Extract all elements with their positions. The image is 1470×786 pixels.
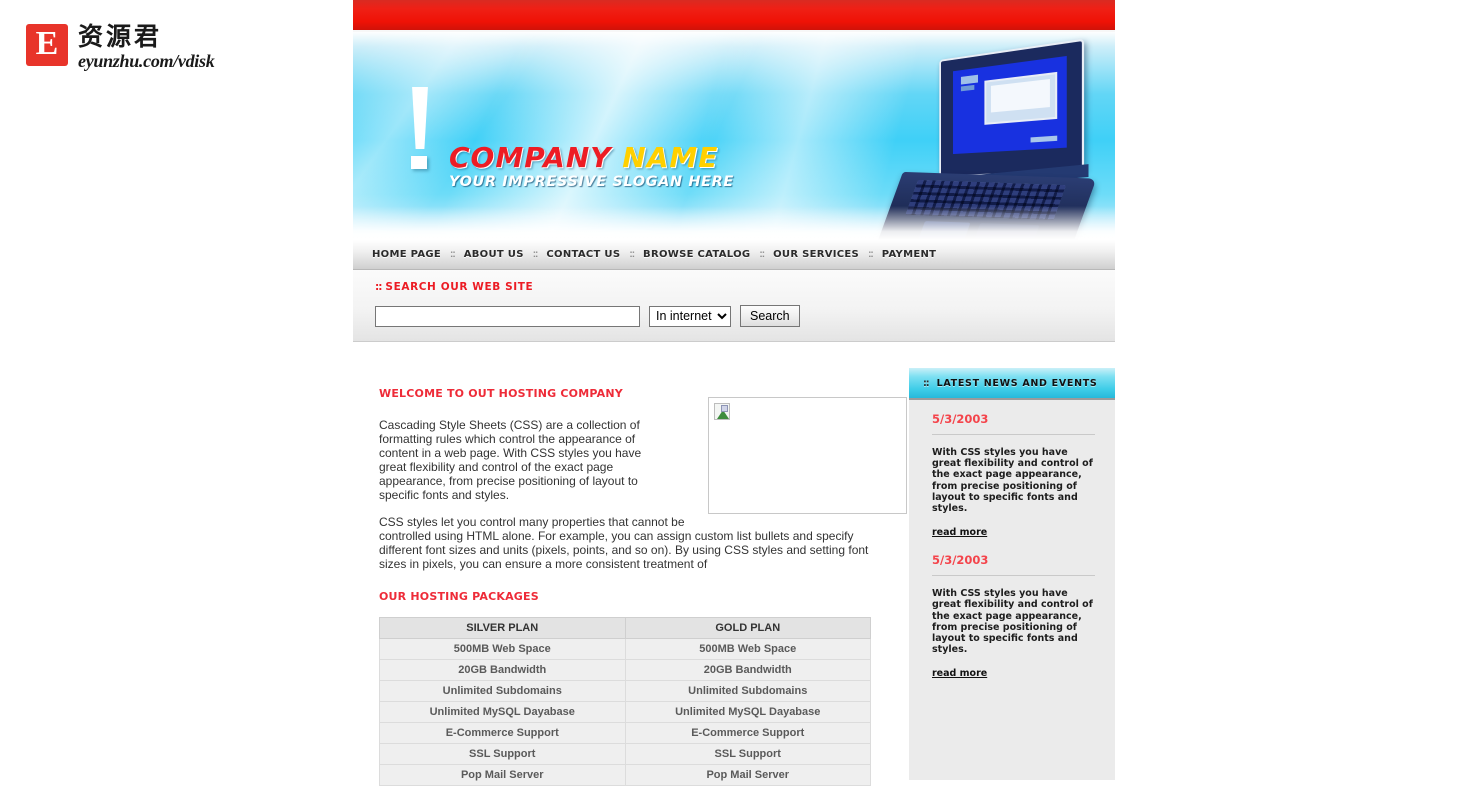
table-cell: E-Commerce Support [379, 722, 626, 745]
table-header-silver-plan: SILVER PLAN [379, 617, 626, 640]
nav-item-payment[interactable]: PAYMENT [882, 249, 937, 260]
website-page: COMPANY NAME YOUR IMPRESSIVE SLOGAN HERE [353, 0, 1115, 786]
table-row: Unlimited MySQL Dayabase Unlimited MySQL… [379, 701, 871, 724]
laptop-screen [953, 55, 1067, 155]
laptop-base [875, 171, 1097, 240]
laptop-keyboard [905, 179, 1067, 221]
news-list: 5/3/2003 With CSS styles you have great … [909, 400, 1115, 681]
packages-heading: OUR HOSTING PACKAGES [379, 590, 539, 604]
nav-item-browse-catalog[interactable]: BROWSE CATALOG [643, 249, 750, 260]
main-navigation: HOME PAGE :: ABOUT US :: CONTACT US :: B… [353, 240, 1115, 270]
top-red-bar [353, 0, 1115, 30]
nav-item-home-page[interactable]: HOME PAGE [372, 249, 441, 260]
table-cell: SSL Support [624, 743, 871, 766]
table-cell: 20GB Bandwidth [624, 659, 871, 682]
table-cell: Unlimited MySQL Dayabase [624, 701, 871, 724]
news-read-more-link[interactable]: read more [932, 527, 987, 538]
table-row: SSL Support SSL Support [379, 743, 871, 766]
news-sidebar-title-text: LATEST NEWS AND EVENTS [936, 377, 1098, 389]
main-content-panel: WELCOME TO OUT HOSTING COMPANY Cascading… [353, 352, 908, 786]
nav-separator: :: [868, 249, 874, 260]
welcome-paragraph-1: Cascading Style Sheets (CSS) are a colle… [379, 418, 642, 502]
watermark-chinese-title: 资源君 [78, 22, 163, 51]
search-section: :: SEARCH OUR WEB SITE In internet Search [353, 270, 1115, 342]
table-cell: Unlimited MySQL Dayabase [379, 701, 626, 724]
news-sidebar-header: :: LATEST NEWS AND EVENTS [909, 368, 1115, 400]
news-text: With CSS styles you have great flexibili… [932, 447, 1093, 515]
table-row: Unlimited Subdomains Unlimited Subdomain… [379, 680, 871, 703]
table-header-gold-plan: GOLD PLAN [624, 617, 871, 640]
main-content-inner: WELCOME TO OUT HOSTING COMPANY Cascading… [353, 352, 908, 786]
laptop-trackpad [918, 221, 971, 240]
company-slogan: YOUR IMPRESSIVE SLOGAN HERE [449, 174, 734, 190]
news-item: 5/3/2003 With CSS styles you have great … [932, 412, 1095, 540]
news-text: With CSS styles you have great flexibili… [932, 588, 1093, 656]
watermark-url: eyunzhu.com/vdisk [78, 51, 215, 71]
news-read-more-link[interactable]: read more [932, 668, 987, 679]
search-input[interactable] [375, 305, 640, 327]
table-cell: 500MB Web Space [379, 638, 626, 661]
nav-separator: :: [759, 249, 765, 260]
table-cell: E-Commerce Support [624, 722, 871, 745]
broken-image-icon [714, 403, 730, 420]
screen-badge [961, 74, 979, 85]
news-item: 5/3/2003 With CSS styles you have great … [932, 553, 1095, 681]
table-row: E-Commerce Support E-Commerce Support [379, 722, 871, 745]
nav-separator: :: [532, 249, 539, 260]
news-sidebar-title: :: LATEST NEWS AND EVENTS [923, 378, 1097, 389]
search-controls-row: In internet Search [375, 305, 1115, 327]
content-image-placeholder [708, 397, 907, 514]
table-row: Pop Mail Server Pop Mail Server [379, 764, 871, 786]
search-section-title: :: SEARCH OUR WEB SITE [375, 281, 1115, 293]
table-cell: 500MB Web Space [624, 638, 871, 661]
watermark-text: 资源君 eyunzhu.com/vdisk [78, 22, 215, 71]
laptop-palmrest [974, 223, 1040, 240]
company-name-part2: NAME [622, 141, 719, 174]
search-title-text: SEARCH OUR WEB SITE [385, 281, 534, 293]
site-watermark: E 资源君 eyunzhu.com/vdisk [26, 22, 215, 71]
nav-item-our-services[interactable]: OUR SERVICES [773, 249, 859, 260]
watermark-badge-letter: E [35, 25, 59, 62]
table-cell: Unlimited Subdomains [379, 680, 626, 703]
screen-chart [990, 78, 1051, 113]
site-banner: COMPANY NAME YOUR IMPRESSIVE SLOGAN HERE [353, 32, 1115, 240]
table-row: 500MB Web Space 500MB Web Space [379, 638, 871, 661]
nav-separator: :: [629, 249, 635, 260]
nav-item-contact-us[interactable]: CONTACT US [546, 249, 620, 260]
screen-badge-2 [961, 85, 974, 91]
exclamation-bar [412, 87, 428, 149]
table-cell: Pop Mail Server [624, 764, 871, 786]
laptop-lid [939, 38, 1085, 178]
table-row: 20GB Bandwidth 20GB Bandwidth [379, 659, 871, 682]
exclamation-mark-icon [409, 87, 431, 169]
news-sidebar: :: LATEST NEWS AND EVENTS 5/3/2003 With C… [909, 368, 1115, 780]
screen-taskbar [1030, 135, 1057, 143]
banner-text-block: COMPANY NAME YOUR IMPRESSIVE SLOGAN HERE [449, 144, 734, 191]
table-cell: Unlimited Subdomains [624, 680, 871, 703]
search-button[interactable]: Search [740, 305, 800, 327]
welcome-block: Cascading Style Sheets (CSS) are a colle… [379, 397, 908, 572]
nav-separator: :: [450, 249, 456, 260]
nav-item-about-us[interactable]: ABOUT US [464, 249, 524, 260]
company-name: COMPANY NAME [449, 144, 734, 172]
welcome-paragraph-2: CSS styles let you control many properti… [379, 515, 869, 572]
hosting-plans-table: SILVER PLAN GOLD PLAN 500MB Web Space 50… [379, 617, 871, 786]
search-scope-select[interactable]: In internet [649, 305, 731, 327]
watermark-badge-icon: E [26, 24, 68, 66]
table-cell: Pop Mail Server [379, 764, 626, 786]
company-name-part1: COMPANY [449, 141, 612, 174]
table-header-row: SILVER PLAN GOLD PLAN [379, 617, 871, 640]
table-cell: SSL Support [379, 743, 626, 766]
news-date: 5/3/2003 [932, 553, 1095, 577]
screen-window [984, 71, 1057, 125]
exclamation-dot [411, 156, 427, 169]
news-date: 5/3/2003 [932, 412, 1095, 435]
table-cell: 20GB Bandwidth [379, 659, 626, 682]
search-dots-icon: :: [375, 281, 382, 293]
laptop-illustration-icon [875, 38, 1097, 240]
news-dots-icon: :: [923, 377, 930, 389]
